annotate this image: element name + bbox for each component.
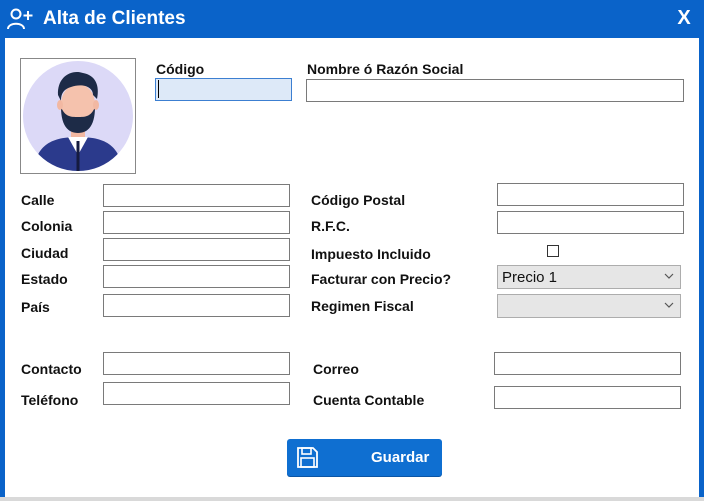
telefono-label: Teléfono xyxy=(21,392,79,408)
text-caret xyxy=(158,80,159,98)
codigo-input[interactable] xyxy=(155,78,292,101)
colonia-input[interactable] xyxy=(103,211,290,234)
rfc-label: R.F.C. xyxy=(311,218,350,234)
regimen-label: Regimen Fiscal xyxy=(311,298,414,314)
save-button[interactable]: Guardar xyxy=(287,439,442,476)
ciudad-input[interactable] xyxy=(103,238,290,261)
window-title: Alta de Clientes xyxy=(43,8,186,29)
facturar-select[interactable]: Precio 1 xyxy=(497,265,681,289)
cuenta-contable-input[interactable] xyxy=(494,386,681,409)
correo-label: Correo xyxy=(313,361,359,377)
customer-photo[interactable] xyxy=(20,58,136,174)
chevron-down-icon xyxy=(664,302,674,308)
chevron-down-icon xyxy=(664,273,674,279)
facturar-label: Facturar con Precio? xyxy=(311,271,452,287)
codigo-postal-label: Código Postal xyxy=(311,192,406,208)
colonia-label: Colonia xyxy=(21,218,73,234)
ciudad-label: Ciudad xyxy=(21,245,69,261)
cuenta-contable-label: Cuenta Contable xyxy=(313,392,425,408)
facturar-selected-value: Precio 1 xyxy=(502,269,558,286)
nombre-input[interactable] xyxy=(306,79,684,102)
save-button-label: Guardar xyxy=(371,449,430,466)
title-bar: Alta de Clientes X xyxy=(0,0,704,38)
regimen-select[interactable] xyxy=(497,294,681,318)
calle-label: Calle xyxy=(21,192,55,208)
impuesto-label: Impuesto Incluido xyxy=(311,246,431,262)
estado-label: Estado xyxy=(21,271,68,287)
contacto-input[interactable] xyxy=(103,352,290,375)
estado-input[interactable] xyxy=(103,265,290,288)
codigo-label: Código xyxy=(156,61,205,77)
correo-input[interactable] xyxy=(494,352,681,375)
telefono-input[interactable] xyxy=(103,382,290,405)
pais-input[interactable] xyxy=(103,294,290,317)
contacto-label: Contacto xyxy=(21,361,82,377)
calle-input[interactable] xyxy=(103,184,290,207)
user-avatar-icon xyxy=(23,61,133,171)
pais-label: País xyxy=(21,299,50,315)
bottom-strip xyxy=(0,497,704,501)
codigo-postal-input[interactable] xyxy=(497,183,684,206)
impuesto-checkbox[interactable] xyxy=(547,245,559,257)
add-user-icon xyxy=(7,8,33,30)
floppy-disk-icon xyxy=(297,447,318,468)
close-button[interactable]: X xyxy=(672,5,696,31)
nombre-label: Nombre ó Razón Social xyxy=(307,61,464,77)
rfc-input[interactable] xyxy=(497,211,684,234)
